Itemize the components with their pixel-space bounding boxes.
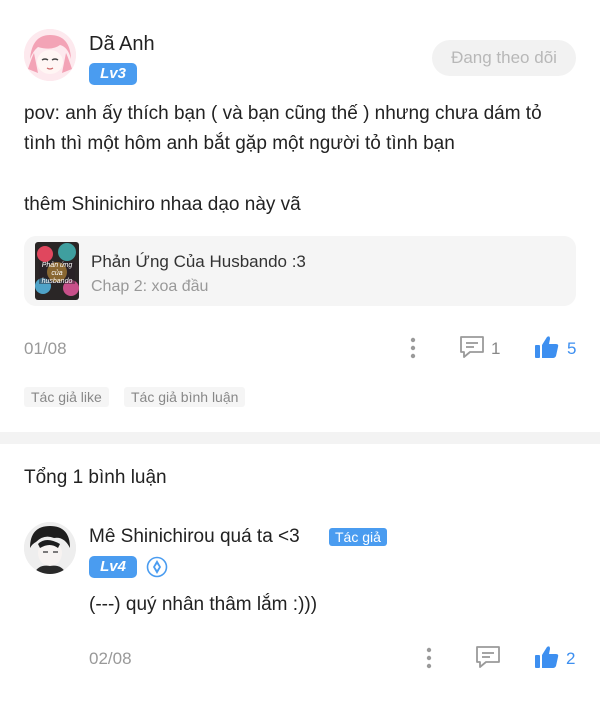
- section-separator: [0, 432, 600, 444]
- more-options-icon[interactable]: [421, 646, 437, 670]
- anime-avatar-image: [24, 522, 76, 574]
- comment-text: (---) quý nhân thâm lắm :))): [89, 594, 318, 615]
- level-badge: Lv3: [89, 63, 137, 85]
- follow-button[interactable]: Đang theo dõi: [432, 40, 576, 76]
- story-thumbnail-text: Phản ứng của husbando: [41, 262, 73, 285]
- comment-date: 02/08: [89, 649, 132, 668]
- post-text-line: tình thì một hôm anh bắt gặp một người t…: [24, 133, 455, 154]
- comment-total-label: Tổng 1 bình luận: [24, 467, 167, 488]
- like-count: 2: [566, 649, 576, 668]
- story-title: Phản Ứng Của Husbando :3: [91, 252, 306, 271]
- story-thumbnail: Phản ứng của husbando: [35, 242, 79, 300]
- post-text-line: pov: anh ấy thích bạn ( và bạn cũng thế …: [24, 103, 542, 124]
- story-chapter: Chap 2: xoa đầu: [91, 278, 209, 295]
- like-count: 5: [567, 339, 577, 358]
- post-date: 01/08: [24, 339, 67, 358]
- author-commented-tag: Tác giả bình luận: [124, 387, 246, 407]
- anime-avatar-image: [24, 29, 76, 81]
- like-icon[interactable]: [534, 644, 560, 670]
- commenter-avatar[interactable]: [24, 522, 76, 574]
- level-badge: Lv4: [89, 556, 137, 578]
- linked-story-card[interactable]: Phản ứng của husbando Phản Ứng Của Husba…: [24, 236, 576, 306]
- comment-count: 1: [491, 339, 501, 358]
- comment-icon[interactable]: [459, 335, 485, 359]
- commenter-name[interactable]: Mê Shinichirou quá ta <3: [89, 526, 300, 548]
- post-text-line: thêm Shinichiro nhaa dạo này vã: [24, 194, 301, 215]
- like-icon[interactable]: [534, 334, 560, 360]
- author-name[interactable]: Dã Anh: [89, 33, 155, 56]
- verified-icon: [146, 556, 168, 578]
- reply-icon[interactable]: [475, 645, 501, 669]
- more-options-icon[interactable]: [405, 336, 421, 360]
- author-avatar[interactable]: [24, 29, 76, 81]
- author-role-badge: Tác giả: [329, 528, 387, 546]
- author-liked-tag: Tác giả like: [24, 387, 109, 407]
